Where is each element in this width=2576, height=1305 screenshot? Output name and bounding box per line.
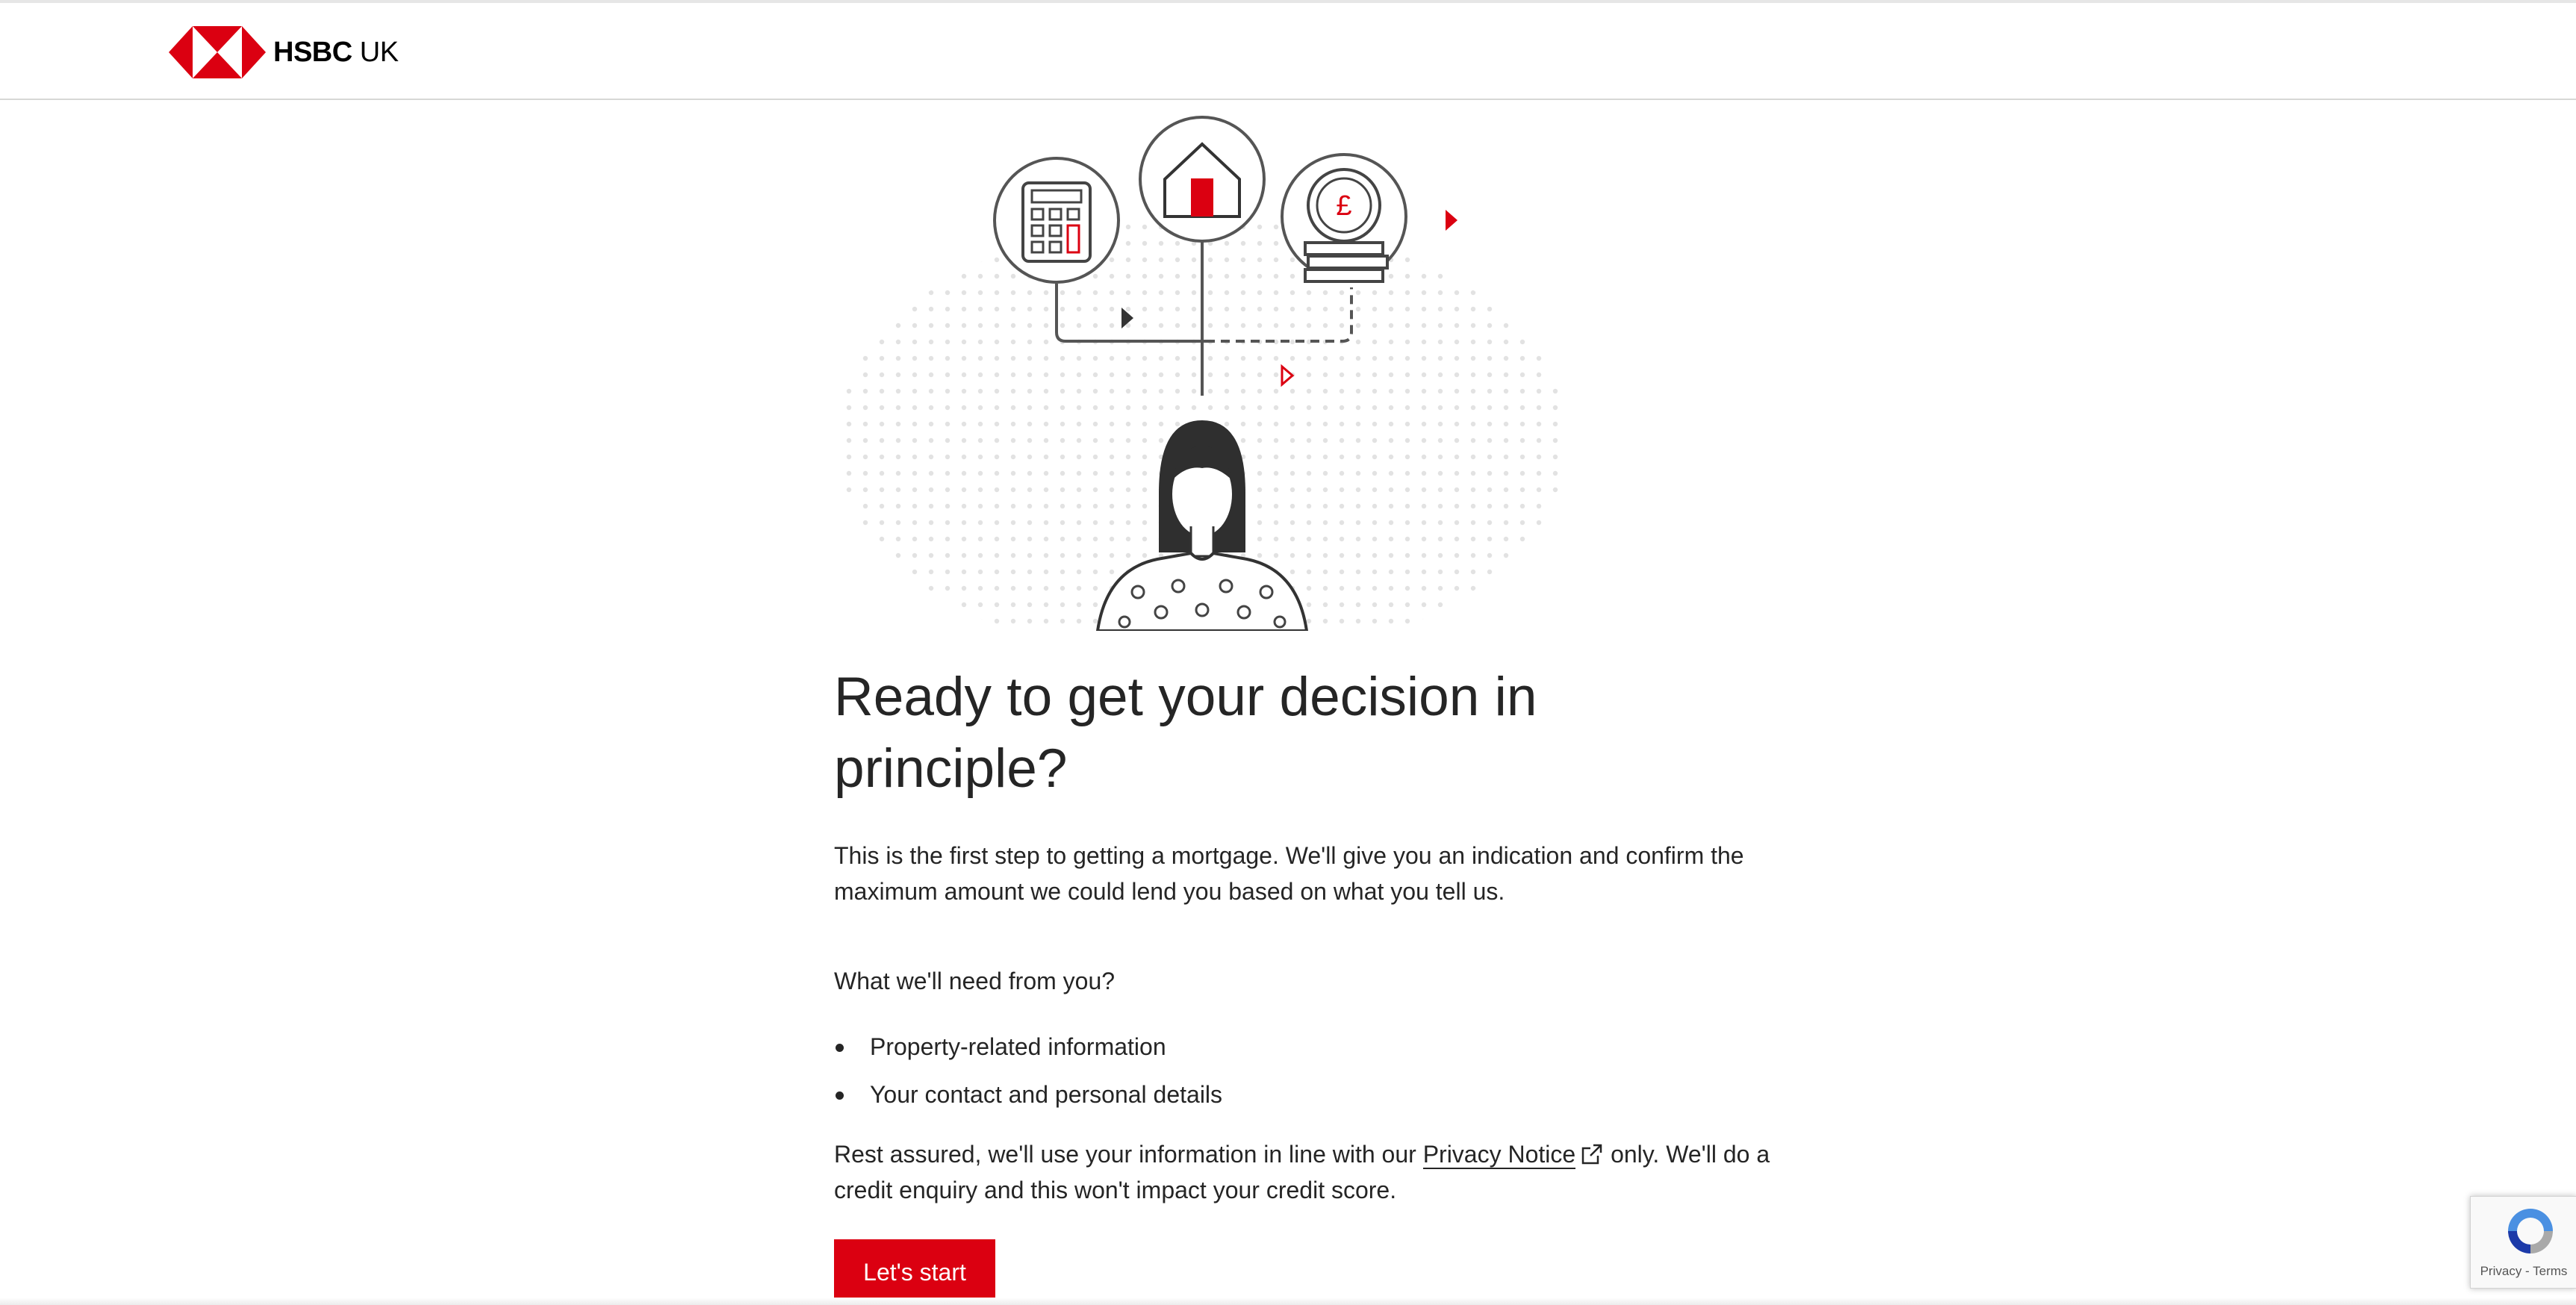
hsbc-hexagon-icon (169, 26, 266, 78)
privacy-notice-link[interactable]: Privacy Notice (1422, 1141, 1576, 1169)
privacy-paragraph: Rest assured, we'll use your information… (834, 1136, 1775, 1208)
intro-paragraph: This is the first step to getting a mort… (834, 842, 1744, 905)
recaptcha-badge[interactable]: Privacy - Terms (2470, 1196, 2576, 1289)
illustration-graphic: £ (836, 116, 1568, 664)
needs-list: Property-related information Your contac… (834, 1023, 1222, 1118)
privacy-text-before: Rest assured, we'll use your information… (834, 1141, 1423, 1168)
pound-coins-icon: £ (1281, 153, 1407, 283)
bottom-fade (0, 1298, 2576, 1305)
page-title: Ready to get your decision in principle? (834, 667, 1537, 799)
needs-heading: What we'll need from you? (834, 968, 1116, 994)
logo-text: HSBC UK (273, 36, 399, 68)
triangle-red-icon (1446, 210, 1457, 231)
recaptcha-links[interactable]: Privacy - Terms (2471, 1264, 2576, 1279)
list-item: Property-related information (834, 1023, 1222, 1071)
lets-start-button[interactable]: Let's start (834, 1239, 995, 1305)
privacy-link-label: Privacy Notice (1422, 1141, 1576, 1168)
pound-symbol: £ (1336, 190, 1351, 222)
calculator-icon (993, 157, 1120, 284)
site-header: HSBC UK (0, 3, 2576, 100)
list-item: Your contact and personal details (834, 1071, 1222, 1118)
hsbc-logo[interactable]: HSBC UK (169, 26, 399, 78)
mortgage-illustration: £ (829, 108, 1575, 664)
house-icon (1139, 116, 1266, 243)
external-link-icon[interactable] (1580, 1142, 1604, 1166)
recaptcha-icon (2508, 1209, 2553, 1253)
